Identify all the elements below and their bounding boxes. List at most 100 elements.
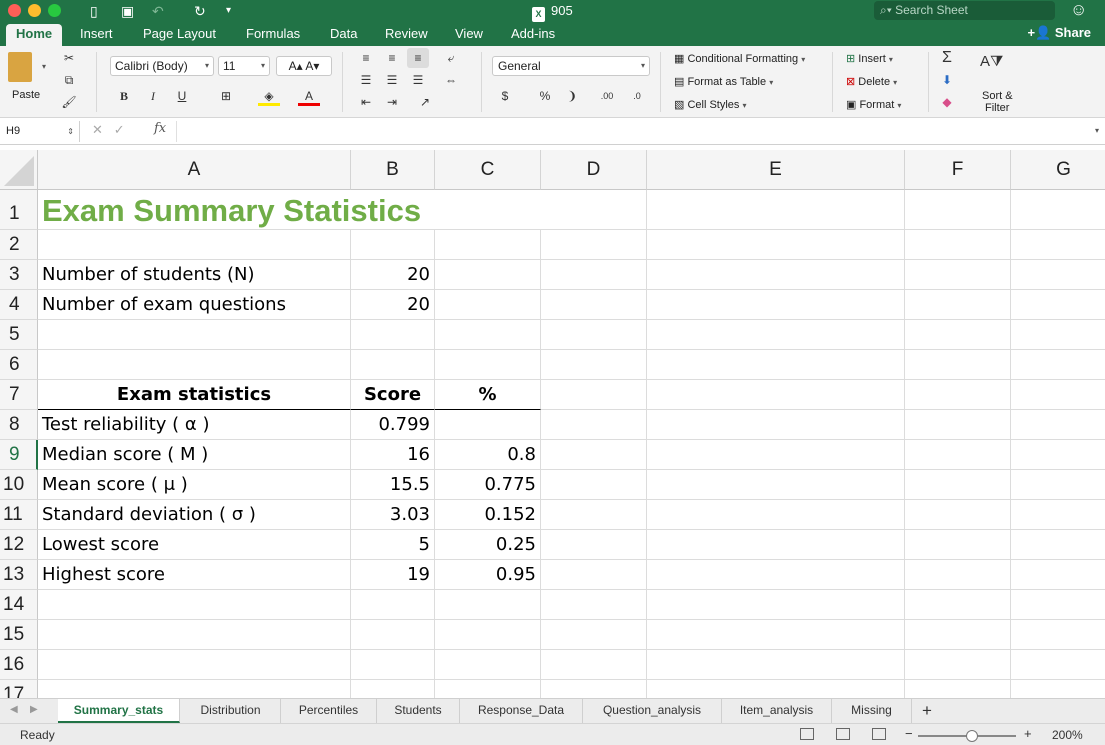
page-break-view-icon[interactable] bbox=[872, 728, 886, 740]
stat-pct[interactable]: 0.25 bbox=[435, 530, 541, 560]
column-header-c[interactable]: C bbox=[435, 150, 541, 190]
stat-label[interactable]: Highest score bbox=[38, 560, 351, 590]
increase-indent-icon[interactable]: ⇥ bbox=[381, 92, 403, 112]
row-header-16[interactable]: 16 bbox=[0, 650, 38, 680]
tab-add-ins[interactable]: Add-ins bbox=[511, 26, 555, 42]
stat-label[interactable]: Lowest score bbox=[38, 530, 351, 560]
font-name-select[interactable]: Calibri (Body) ▾ bbox=[110, 56, 214, 76]
zoom-slider[interactable] bbox=[918, 730, 1016, 742]
add-sheet-icon[interactable]: + bbox=[922, 701, 932, 721]
tab-view[interactable]: View bbox=[455, 26, 483, 42]
stat-pct[interactable]: 0.775 bbox=[435, 470, 541, 500]
delete-cells-button[interactable]: ⊠ Delete ▾ bbox=[846, 75, 897, 90]
align-top-icon[interactable]: ≡ bbox=[355, 48, 377, 68]
column-header-a[interactable]: A bbox=[38, 150, 351, 190]
sheet-tab-item-analysis[interactable]: Item_analysis bbox=[722, 699, 832, 723]
sort-filter-label-line2[interactable]: Filter bbox=[985, 101, 1009, 115]
name-box[interactable]: H9 ⇕ bbox=[0, 121, 80, 142]
sidebar-toggle-icon[interactable]: ▯ bbox=[90, 2, 98, 20]
cell-styles-button[interactable]: ▧ Cell Styles ▾ bbox=[674, 98, 747, 113]
borders-icon[interactable]: ⊞ bbox=[215, 86, 237, 106]
tab-page-layout[interactable]: Page Layout bbox=[143, 26, 216, 42]
row-header-5[interactable]: 5 bbox=[0, 320, 38, 350]
stat-label[interactable]: Median score ( M ) bbox=[38, 440, 351, 470]
stat-pct[interactable]: 0.152 bbox=[435, 500, 541, 530]
stat-label[interactable]: Test reliability ( α ) bbox=[38, 410, 351, 440]
next-sheet-icon[interactable]: ▶ bbox=[30, 704, 38, 715]
tab-home[interactable]: Home bbox=[6, 24, 63, 46]
font-grow-shrink-group[interactable]: A▴ A▾ bbox=[276, 56, 332, 76]
tab-data[interactable]: Data bbox=[330, 26, 357, 42]
stat-score[interactable]: 5 bbox=[351, 530, 435, 560]
cell-a4-label[interactable]: Number of exam questions bbox=[38, 290, 351, 320]
column-header-f[interactable]: F bbox=[905, 150, 1011, 190]
close-window-button[interactable] bbox=[8, 4, 21, 17]
row-header-2[interactable]: 2 bbox=[0, 230, 38, 260]
bold-icon[interactable]: B bbox=[113, 86, 135, 106]
cell-a7-header[interactable]: Exam statistics bbox=[38, 380, 351, 410]
cell-c7-header[interactable]: % bbox=[435, 380, 541, 410]
row-header-3[interactable]: 3 bbox=[0, 260, 38, 290]
search-sheet-input[interactable]: ⌕▾ Search Sheet bbox=[874, 1, 1055, 20]
align-left-icon[interactable]: ☰ bbox=[355, 70, 377, 90]
stat-label[interactable]: Mean score ( μ ) bbox=[38, 470, 351, 500]
align-right-icon[interactable]: ☰ bbox=[407, 70, 429, 90]
cancel-icon[interactable]: ✕ bbox=[92, 122, 103, 137]
sheet-tab-response-data[interactable]: Response_Data bbox=[460, 699, 583, 723]
cut-icon[interactable]: ✂ bbox=[58, 48, 80, 68]
cell-b3-value[interactable]: 20 bbox=[351, 260, 435, 290]
fill-color-icon[interactable]: ◈ bbox=[258, 86, 280, 106]
row-header-13[interactable]: 13 bbox=[0, 560, 38, 590]
cell-b7-header[interactable]: Score bbox=[351, 380, 435, 410]
font-size-select[interactable]: 11 ▾ bbox=[218, 56, 270, 76]
minimize-window-button[interactable] bbox=[28, 4, 41, 17]
page-layout-view-icon[interactable] bbox=[836, 728, 850, 740]
sheet-tab-question-analysis[interactable]: Question_analysis bbox=[583, 699, 722, 723]
cell-a3-label[interactable]: Number of students (N) bbox=[38, 260, 351, 290]
enter-icon[interactable]: ✓ bbox=[114, 122, 125, 137]
fill-icon[interactable]: ⬇ bbox=[936, 70, 958, 90]
redo-icon[interactable]: ↻ bbox=[194, 2, 206, 20]
undo-icon[interactable]: ↶ bbox=[152, 2, 164, 20]
insert-function-button[interactable]: fx bbox=[154, 121, 166, 136]
italic-icon[interactable]: I bbox=[142, 86, 164, 106]
row-header-14[interactable]: 14 bbox=[0, 590, 38, 620]
name-box-stepper-icon[interactable]: ⇕ bbox=[67, 121, 74, 142]
row-header-17[interactable]: 17 bbox=[0, 680, 38, 698]
row-header-9[interactable]: 9 bbox=[0, 440, 38, 470]
stat-score[interactable]: 0.799 bbox=[351, 410, 435, 440]
sheet-tab-percentiles[interactable]: Percentiles bbox=[281, 699, 377, 723]
zoom-level[interactable]: 200% bbox=[1052, 728, 1083, 742]
stat-label[interactable]: Standard deviation ( σ ) bbox=[38, 500, 351, 530]
tab-formulas[interactable]: Formulas bbox=[246, 26, 300, 42]
font-color-icon[interactable]: A bbox=[298, 86, 320, 106]
column-header-e[interactable]: E bbox=[647, 150, 905, 190]
stat-score[interactable]: 19 bbox=[351, 560, 435, 590]
decrease-indent-icon[interactable]: ⇤ bbox=[355, 92, 377, 112]
column-header-d[interactable]: D bbox=[541, 150, 647, 190]
zoom-out-button[interactable]: − bbox=[905, 726, 913, 741]
increase-font-icon[interactable]: A▴ bbox=[289, 59, 303, 73]
align-center-icon[interactable]: ☰ bbox=[381, 70, 403, 90]
sheet-tab-summary-stats[interactable]: Summary_stats bbox=[58, 699, 180, 723]
zoom-window-button[interactable] bbox=[48, 4, 61, 17]
format-painter-icon[interactable]: 🖌 bbox=[58, 92, 80, 112]
sort-filter-icon[interactable]: A⧩ bbox=[980, 52, 1003, 72]
stat-score[interactable]: 3.03 bbox=[351, 500, 435, 530]
normal-view-icon[interactable] bbox=[800, 728, 814, 740]
row-header-8[interactable]: 8 bbox=[0, 410, 38, 440]
copy-icon[interactable]: ⧉ bbox=[58, 70, 80, 90]
clear-icon[interactable]: ◆ bbox=[936, 92, 958, 112]
row-header-11[interactable]: 11 bbox=[0, 500, 38, 530]
previous-sheet-icon[interactable]: ◀ bbox=[10, 704, 18, 715]
tab-review[interactable]: Review bbox=[385, 26, 428, 42]
number-format-select[interactable]: General ▾ bbox=[492, 56, 650, 76]
percent-icon[interactable]: % bbox=[534, 86, 556, 106]
paste-button-label[interactable]: Paste bbox=[12, 88, 40, 102]
row-header-12[interactable]: 12 bbox=[0, 530, 38, 560]
select-all-corner[interactable] bbox=[0, 150, 38, 190]
sheet-tab-missing[interactable]: Missing bbox=[832, 699, 912, 723]
stat-pct[interactable] bbox=[435, 410, 541, 440]
customize-toolbar-icon[interactable]: ▾ bbox=[226, 2, 231, 20]
merge-center-icon[interactable]: ⇔ bbox=[440, 70, 462, 90]
